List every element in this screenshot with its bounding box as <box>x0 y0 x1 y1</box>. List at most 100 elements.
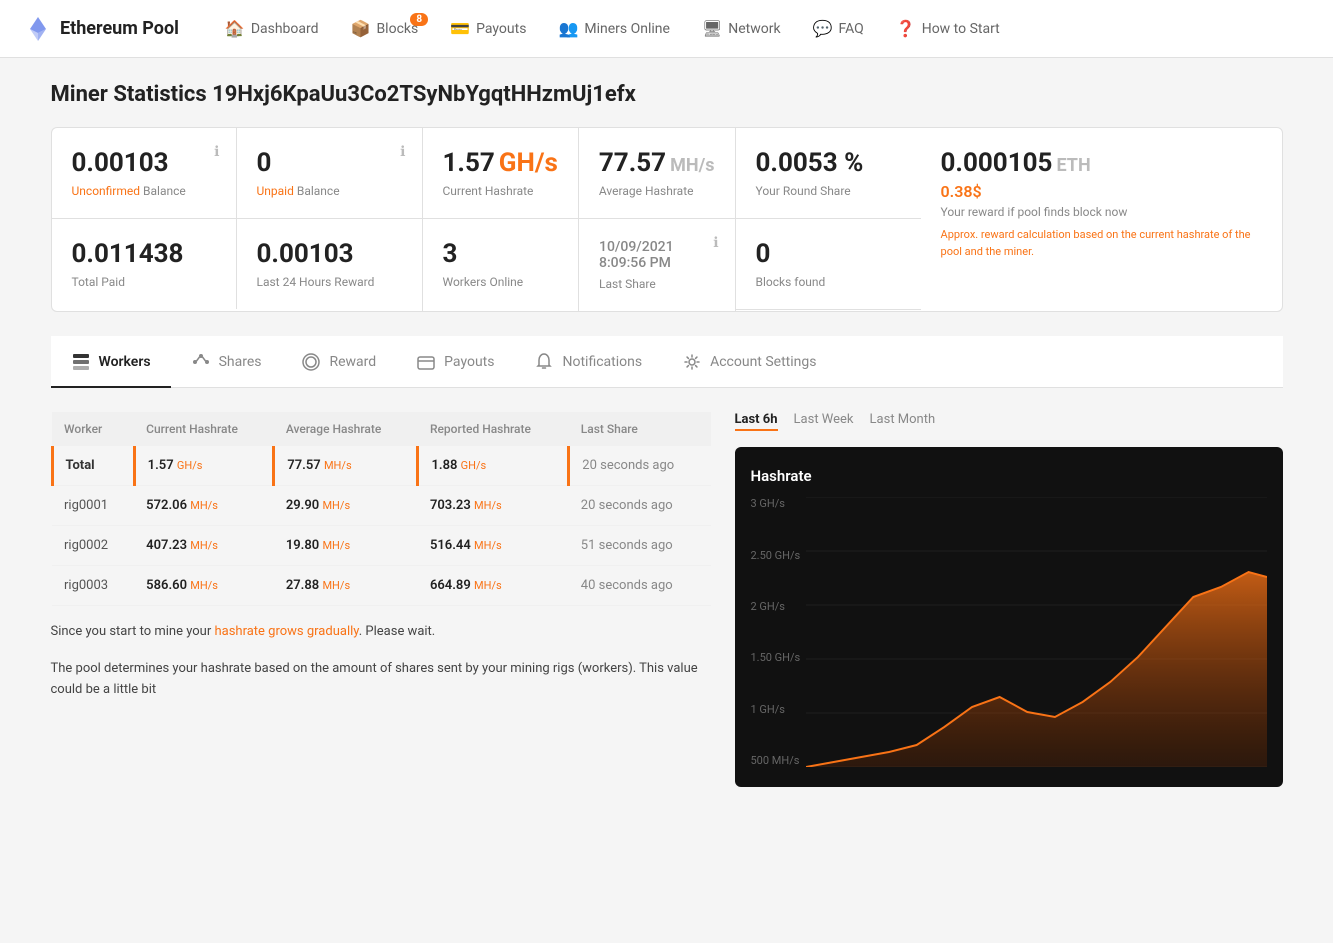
worker-reported-2: 664.89 MH/s <box>418 566 569 606</box>
stats-container: ℹ 0.00103 Unconfirmed Balance ℹ 0 <box>51 127 1283 312</box>
nav-payouts[interactable]: 💳 Payouts <box>436 11 540 46</box>
filter-lastmonth[interactable]: Last Month <box>870 412 936 431</box>
unpaid-info-icon[interactable]: ℹ <box>400 144 405 160</box>
nav-blocks[interactable]: 📦 Blocks 8 <box>337 11 433 46</box>
blocks-found-card: 0 Blocks found <box>736 219 921 309</box>
tab-notifications-label: Notifications <box>562 354 642 370</box>
unpaid-balance-label: Unpaid Balance <box>257 184 402 198</box>
col-average: Average Hashrate <box>274 412 418 446</box>
total-lastshare: 20 seconds ago <box>569 446 711 486</box>
worker-current-2: 586.60 MH/s <box>134 566 274 606</box>
ethereum-logo-icon <box>24 15 52 43</box>
workers-table: Worker Current Hashrate Average Hashrate… <box>51 412 711 606</box>
hashrate-link[interactable]: hashrate grows gradually <box>214 624 358 639</box>
approx-note: Approx. reward calculation based on the … <box>941 227 1262 260</box>
y-label-1: 2.50 GH/s <box>751 549 801 562</box>
nav-faq-label: FAQ <box>839 21 864 37</box>
nav-miners-label: Miners Online <box>584 21 670 37</box>
tab-notifications[interactable]: Notifications <box>514 338 662 388</box>
worker-current-1: 407.23 MH/s <box>134 526 274 566</box>
dashboard-icon: 🏠 <box>225 19 245 38</box>
tab-account[interactable]: Account Settings <box>662 338 836 388</box>
last-share-label: Last Share <box>599 277 715 291</box>
total-average: 77.57 MH/s <box>274 446 418 486</box>
unconfirmed-balance-card: ℹ 0.00103 Unconfirmed Balance <box>52 128 237 218</box>
y-label-3: 1.50 GH/s <box>751 651 801 664</box>
reward-desc: Your reward if pool finds block now <box>941 205 1262 219</box>
round-share-label: Your Round Share <box>756 184 901 198</box>
current-hashrate-value: 1.57 GH/s <box>443 148 558 178</box>
y-label-2: 2 GH/s <box>751 600 801 613</box>
nav-howto-label: How to Start <box>922 21 1000 37</box>
main-content: Miner Statistics 19Hxj6KpaUu3Co2TSyNbYgq… <box>27 58 1307 811</box>
total-paid-label: Total Paid <box>72 275 216 289</box>
total-paid-value: 0.011438 <box>72 239 216 269</box>
current-hashrate-label: Current Hashrate <box>443 184 558 198</box>
miners-icon: 👥 <box>558 19 578 38</box>
howto-icon: ❓ <box>896 19 916 38</box>
tab-workers[interactable]: Workers <box>51 337 171 388</box>
logo[interactable]: Ethereum Pool <box>24 15 179 43</box>
worker-reported-0: 703.23 MH/s <box>418 486 569 526</box>
faq-icon: 💬 <box>813 19 833 38</box>
nav-howto[interactable]: ❓ How to Start <box>882 11 1014 46</box>
table-header: Worker Current Hashrate Average Hashrate… <box>52 412 711 446</box>
content-area: Worker Current Hashrate Average Hashrate… <box>51 388 1283 787</box>
average-hashrate-card: 77.57 MH/s Average Hashrate <box>579 128 735 218</box>
blocks-icon: 📦 <box>351 19 371 38</box>
navbar: Ethereum Pool 🏠 Dashboard 📦 Blocks 8 💳 P… <box>0 0 1333 58</box>
reward-usd-value: 0.38$ <box>941 182 1262 201</box>
filter-lastweek[interactable]: Last Week <box>794 412 854 431</box>
nav-network-label: Network <box>728 21 780 37</box>
tab-payouts[interactable]: Payouts <box>396 338 514 388</box>
tab-reward[interactable]: Reward <box>281 338 396 388</box>
worker-reported-1: 516.44 MH/s <box>418 526 569 566</box>
account-tab-icon <box>682 352 702 372</box>
nav-miners[interactable]: 👥 Miners Online <box>544 11 683 46</box>
network-icon: 🖥 <box>702 19 722 38</box>
info-text-2: The pool determines your hashrate based … <box>51 659 711 701</box>
worker-name-2: rig0003 <box>52 566 134 606</box>
col-reported: Reported Hashrate <box>418 412 569 446</box>
worker-average-2: 27.88 MH/s <box>274 566 418 606</box>
unconfirmed-info-icon[interactable]: ℹ <box>214 144 219 160</box>
table-row-total: Total 1.57 GH/s 77.57 MH/s 1.88 GH/s 20 … <box>52 446 711 486</box>
payouts-icon: 💳 <box>450 19 470 38</box>
col-worker: Worker <box>52 412 134 446</box>
stats-middle-block: 1.57 GH/s Current Hashrate 77.57 MH/s Av… <box>423 128 736 311</box>
unpaid-balance-value: 0 <box>257 148 402 178</box>
y-label-5: 500 MH/s <box>751 754 801 767</box>
reward-tab-icon <box>301 352 321 372</box>
last-share-info-icon[interactable]: ℹ <box>713 235 718 251</box>
filter-last6h[interactable]: Last 6h <box>735 412 778 431</box>
tab-payouts-label: Payouts <box>444 354 494 370</box>
worker-lastshare-2: 40 seconds ago <box>569 566 711 606</box>
worker-name-0: rig0001 <box>52 486 134 526</box>
total-name: Total <box>52 446 134 486</box>
page-title: Miner Statistics 19Hxj6KpaUu3Co2TSyNbYgq… <box>51 82 1283 107</box>
tab-navigation: Workers Shares Reward <box>51 336 1283 388</box>
blocks-found-value: 0 <box>756 239 901 269</box>
info-text-1: Since you start to mine your hashrate gr… <box>51 622 711 643</box>
hashrate-chart: Hashrate 3 GH/s 2.50 GH/s 2 GH/s 1.50 GH… <box>735 447 1283 787</box>
last24-value: 0.00103 <box>257 239 402 269</box>
worker-current-0: 572.06 MH/s <box>134 486 274 526</box>
reward-eth-value: 0.000105 ETH <box>941 148 1262 178</box>
worker-name-1: rig0002 <box>52 526 134 566</box>
nav-links: 🏠 Dashboard 📦 Blocks 8 💳 Payouts 👥 Miner… <box>211 11 1014 46</box>
nav-network[interactable]: 🖥 Network <box>688 11 795 46</box>
average-hashrate-value: 77.57 MH/s <box>599 148 715 178</box>
blocks-found-label: Blocks found <box>756 275 901 289</box>
unpaid-balance-card: ℹ 0 Unpaid Balance <box>237 128 422 218</box>
table-row: rig0002 407.23 MH/s 19.80 MH/s 516.44 MH… <box>52 526 711 566</box>
average-hashrate-label: Average Hashrate <box>599 184 715 198</box>
nav-dashboard[interactable]: 🏠 Dashboard <box>211 11 333 46</box>
y-label-4: 1 GH/s <box>751 703 801 716</box>
current-hashrate-card: 1.57 GH/s Current Hashrate <box>423 128 579 218</box>
nav-faq[interactable]: 💬 FAQ <box>799 11 878 46</box>
notifications-tab-icon <box>534 352 554 372</box>
stats-left-block: ℹ 0.00103 Unconfirmed Balance ℹ 0 <box>52 128 423 311</box>
total-reported: 1.88 GH/s <box>418 446 569 486</box>
tab-shares[interactable]: Shares <box>171 338 282 388</box>
workers-tab-icon <box>71 351 91 372</box>
